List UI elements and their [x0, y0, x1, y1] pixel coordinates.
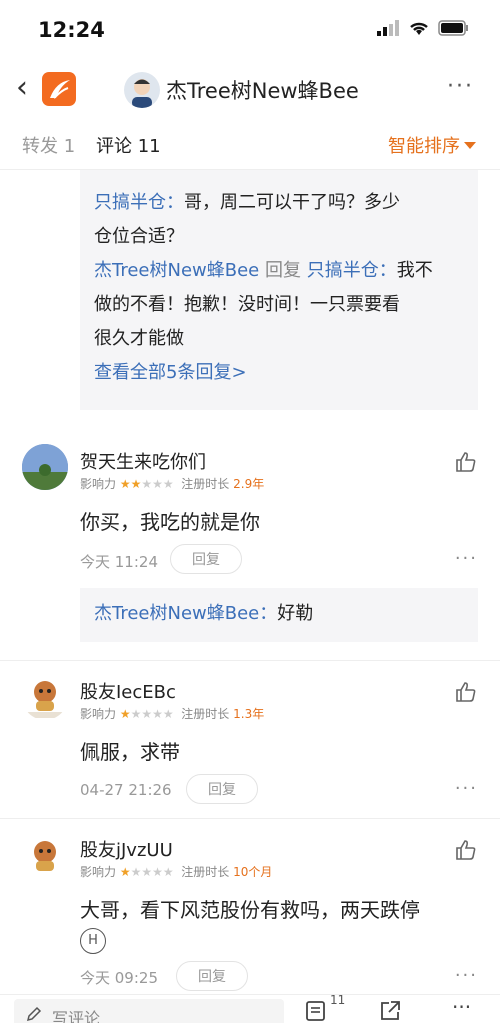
influence-stars: ★★★★★ [119, 477, 174, 491]
comment-body: 佩服，求带 [80, 740, 180, 764]
more-icon[interactable]: ··· [447, 74, 474, 99]
comment-item: 股友jJvzUU 影响力 ★★★★★ 注册时长 10个月 大哥，看下风范股份有救… [0, 820, 500, 995]
divider [0, 660, 500, 661]
more-icon[interactable]: ··· [452, 995, 471, 1019]
thumbs-up-icon[interactable] [454, 680, 478, 704]
reply-text: 好勒 [277, 603, 314, 624]
reply-line: 杰Tree树New蜂Bee 回复 只搞半仓：我不 [94, 254, 464, 288]
reply-username[interactable]: 只搞半仓： [94, 192, 184, 213]
tab-bar: 转发 1 评论 11 智能排序 [0, 118, 500, 170]
comment-item: 股友IecEBc 影响力 ★★★★★ 注册时长 1.3年 佩服，求带 04-27… [0, 662, 500, 822]
reg-label: 注册时长 [181, 477, 230, 491]
reply-button[interactable]: 回复 [186, 774, 258, 804]
bottom-bar: 写评论 11 ··· [0, 993, 500, 1023]
avatar[interactable] [22, 444, 68, 490]
avatar[interactable] [22, 834, 68, 880]
comments-icon[interactable] [304, 999, 328, 1023]
thumbs-up-icon[interactable] [454, 838, 478, 862]
reply-line: 杰Tree树New蜂Bee：好勒 [94, 602, 464, 626]
reg-label: 注册时长 [181, 707, 230, 721]
avatar[interactable] [124, 72, 160, 108]
thumbs-up-icon[interactable] [454, 450, 478, 474]
influence-label: 影响力 [80, 865, 117, 879]
comment-time: 今天 09:25 [80, 969, 158, 987]
comment-time: 今天 11:24 [80, 553, 158, 571]
status-time: 12:24 [38, 18, 105, 42]
reg-value: 1.3年 [233, 707, 265, 721]
battery-icon [438, 20, 468, 36]
back-icon[interactable]: ‹ [16, 72, 28, 104]
tab-forward[interactable]: 转发 1 [22, 132, 75, 158]
reply-username[interactable]: 杰Tree树New蜂Bee [94, 260, 259, 281]
influence-stars: ★★★★★ [119, 865, 174, 879]
comment-body: 大哥，看下风范股份有救吗，两天跌停 [80, 898, 420, 922]
page-title[interactable]: 杰Tree树New蜂Bee [166, 75, 359, 105]
comment-meta: 影响力 ★★★★★ 注册时长 1.3年 [80, 705, 264, 722]
reply-text: 我不 [396, 260, 433, 281]
reg-value: 10个月 [233, 865, 273, 879]
reply-line: 只搞半仓：哥，周二可以干了吗？多少 [94, 186, 464, 220]
reg-label: 注册时长 [181, 865, 230, 879]
status-bar: 12:24 [0, 0, 500, 60]
reg-value: 2.9年 [233, 477, 265, 491]
share-icon[interactable] [378, 999, 402, 1023]
status-icons [376, 20, 470, 36]
tab-comments[interactable]: 评论 11 [96, 132, 161, 158]
comment-author[interactable]: 股友IecEBc [80, 678, 176, 704]
comment-body: 你买，我吃的就是你 [80, 510, 260, 534]
signal-icon [377, 20, 399, 36]
divider [0, 818, 500, 819]
reply-button[interactable]: 回复 [170, 544, 242, 574]
reply-username[interactable]: 杰Tree树New蜂Bee： [94, 603, 277, 624]
reply-thread: 杰Tree树New蜂Bee：好勒 [80, 588, 478, 642]
app-logo-icon[interactable] [42, 72, 76, 106]
reply-text-cont: 做的不看！抱歉！没时间！一只票要看 [94, 294, 400, 315]
pen-icon [26, 1006, 42, 1022]
reply-word: 回复 [265, 260, 301, 281]
reply-thread: 只搞半仓：哥，周二可以干了吗？多少 仓位合适？ 杰Tree树New蜂Bee 回复… [80, 170, 478, 410]
comment-author[interactable]: 股友jJvzUU [80, 836, 173, 862]
reply-text-cont: 仓位合适？ [94, 226, 184, 247]
more-icon[interactable]: ··· [455, 548, 478, 569]
influence-label: 影响力 [80, 477, 117, 491]
comment-meta: 影响力 ★★★★★ 注册时长 10个月 [80, 863, 272, 880]
comment-meta: 影响力 ★★★★★ 注册时长 2.9年 [80, 475, 264, 492]
wifi-icon [410, 22, 428, 35]
comment-time: 04-27 21:26 [80, 781, 172, 799]
reply-text: 哥，周二可以干了吗？多少 [184, 192, 400, 213]
comment-count-badge: 11 [330, 993, 346, 1007]
nav-bar: ‹ 杰Tree树New蜂Bee ··· [0, 60, 500, 118]
reply-button[interactable]: 回复 [176, 961, 248, 991]
reply-target[interactable]: 只搞半仓： [307, 260, 397, 281]
reply-text-cont: 很久才能做 [94, 328, 184, 349]
write-comment-input[interactable]: 写评论 [14, 999, 284, 1023]
comment-item: 贺天生来吃你们 影响力 ★★★★★ 注册时长 2.9年 你买，我吃的就是你 今天… [0, 430, 500, 655]
chevron-down-icon[interactable] [464, 142, 476, 149]
influence-stars: ★★★★★ [119, 707, 174, 721]
comment-author[interactable]: 贺天生来吃你们 [80, 448, 206, 474]
avatar[interactable] [22, 674, 68, 720]
influence-label: 影响力 [80, 707, 117, 721]
emoji-icon: H [80, 928, 106, 954]
sort-dropdown[interactable]: 智能排序 [388, 132, 460, 158]
write-comment-label: 写评论 [52, 1009, 101, 1023]
more-icon[interactable]: ··· [455, 778, 478, 799]
view-all-replies-link[interactable]: 查看全部5条回复> [94, 356, 464, 390]
more-icon[interactable]: ··· [455, 965, 478, 986]
